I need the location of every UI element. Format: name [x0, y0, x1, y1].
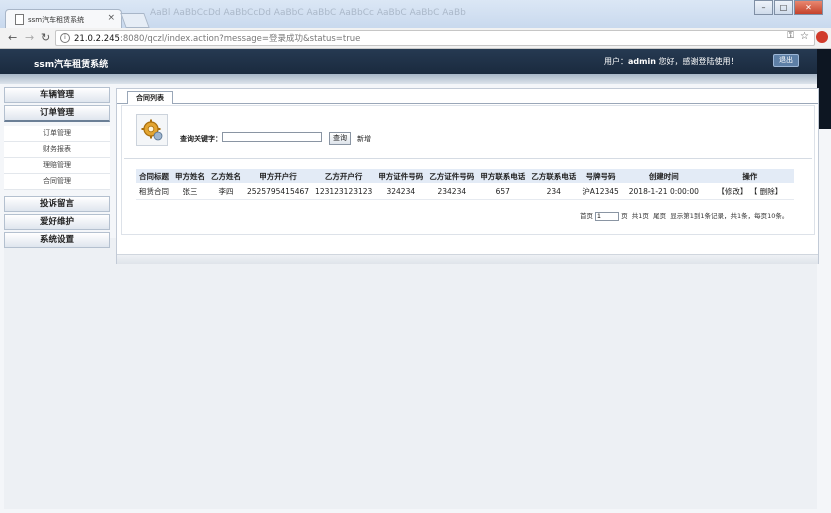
bookmark-star-icon[interactable]: ☆ — [800, 31, 809, 42]
search-button[interactable]: 查询 — [329, 132, 351, 145]
page-suffix: 页 — [621, 212, 628, 220]
back-arrow-icon[interactable]: ← — [8, 31, 17, 44]
last-page-link[interactable]: 尾页 — [653, 212, 666, 220]
info-icon[interactable]: i — [60, 33, 70, 43]
table-cell: 234234 — [426, 183, 478, 200]
url-field[interactable]: i 21.0.2.245:8080/qczl/index.action?mess… — [55, 30, 815, 46]
logout-button[interactable]: 退出 — [773, 54, 799, 67]
window-close-icon[interactable]: ✕ — [794, 0, 823, 15]
window-controls: – □ ✕ — [753, 0, 823, 15]
column-header: 甲方姓名 — [172, 169, 208, 183]
column-header: 乙方联系电话 — [528, 169, 580, 183]
sidebar-menu-hobbies[interactable]: 爱好维护 — [4, 214, 110, 230]
table-cell: 李四 — [208, 183, 244, 200]
column-header: 操作 — [705, 169, 794, 183]
first-page-link[interactable]: 首页 — [580, 212, 593, 220]
welcome-text: 用户：admin 您好，感谢登陆使用！ — [604, 57, 739, 66]
app-title: ssm汽车租赁系统 — [34, 60, 109, 70]
table-cell: 沪A12345 — [579, 183, 622, 200]
sidebar-menu-vehicles[interactable]: 车辆管理 — [4, 87, 110, 103]
gear-icon — [136, 114, 168, 146]
content-background — [116, 238, 817, 509]
reload-icon[interactable]: ↻ — [41, 31, 50, 44]
table-cell: 234 — [528, 183, 580, 200]
column-header: 创建时间 — [621, 169, 706, 183]
divider — [124, 158, 812, 159]
address-bar: ← → ↻ i 21.0.2.245:8080/qczl/index.actio… — [0, 28, 831, 49]
table-row: 租赁合同 张三 李四 2525795415467 123123123123 32… — [136, 183, 794, 200]
key-icon[interactable]: ⚿ — [787, 31, 794, 41]
sidebar-item-contracts[interactable]: 合同管理 — [4, 174, 110, 190]
sidebar-menu-complaints[interactable]: 投诉留言 — [4, 196, 110, 212]
table-cell: 租赁合同 — [136, 183, 172, 200]
table-cell: 2525795415467 — [244, 183, 313, 200]
column-header: 乙方证件号码 — [426, 169, 478, 183]
minimize-icon[interactable]: – — [754, 0, 773, 15]
overlay-window-edge — [817, 49, 831, 129]
table-header-row: 合同标题 甲方姓名 乙方姓名 甲方开户行 乙方开户行 甲方证件号码 乙方证件号码… — [136, 169, 794, 183]
header-shadow — [0, 74, 831, 84]
tab-contract-list[interactable]: 合同列表 — [127, 91, 173, 104]
background-window-ribbon: AaBl AaBbCcDd AaBbCcDd AaBbC AaBbC AaBbC… — [150, 8, 466, 18]
column-header: 合同标题 — [136, 169, 172, 183]
contract-table: 合同标题 甲方姓名 乙方姓名 甲方开户行 乙方开户行 甲方证件号码 乙方证件号码… — [136, 169, 794, 200]
page-background — [4, 238, 817, 509]
sidebar-submenu-orders: 订单管理 财务报表 理赔管理 合同管理 — [4, 126, 110, 190]
new-tab-button[interactable] — [120, 13, 150, 28]
table-cell: 123123123123 — [312, 183, 376, 200]
edit-link[interactable]: 【修改】 — [717, 187, 747, 196]
url-text: 21.0.2.245:8080/qczl/index.action?messag… — [74, 34, 361, 44]
table-cell: 张三 — [172, 183, 208, 200]
tab-title: ssm汽车租赁系统 — [28, 16, 85, 24]
table-cell: 2018-1-21 0:00:00 — [621, 183, 706, 200]
table-cell: 657 — [477, 183, 529, 200]
forward-arrow-icon[interactable]: → — [25, 31, 34, 44]
column-header: 乙方姓名 — [208, 169, 244, 183]
panel-footer — [117, 254, 818, 264]
app-header: ssm汽车租赁系统 用户：admin 您好，感谢登陆使用！ 退出 — [0, 49, 831, 74]
panel-tabbar: 合同列表 — [117, 89, 818, 104]
search-label: 查询关键字： — [180, 135, 222, 143]
search-input[interactable] — [222, 132, 322, 142]
sidebar: 车辆管理 订单管理 订单管理 财务报表 理赔管理 合同管理 投诉留言 爱好维护 … — [4, 87, 110, 250]
browser-titlebar: ssm汽车租赁系统 × AaBl AaBbCcDd AaBbCcDd AaBbC… — [0, 0, 831, 29]
browser-tab[interactable]: ssm汽车租赁系统 × — [5, 9, 122, 29]
column-header: 甲方开户行 — [244, 169, 313, 183]
total-pages: 共1页 — [631, 212, 649, 220]
sidebar-menu-orders[interactable]: 订单管理 — [4, 105, 110, 122]
tab-close-icon[interactable]: × — [107, 13, 115, 23]
main-panel: 合同列表 查询关键字： 查询 新增 合同标题 甲方姓名 乙方姓名 甲方开户行 乙… — [116, 88, 819, 264]
sidebar-item-order-management[interactable]: 订单管理 — [4, 126, 110, 142]
pagination: 首页 页 共1页 尾页 显示第1到1条记录，共1条，每页10条。 — [580, 210, 788, 221]
extension-icon[interactable] — [816, 31, 828, 43]
page-icon — [15, 14, 24, 25]
column-header: 甲方联系电话 — [477, 169, 529, 183]
column-header: 乙方开户行 — [312, 169, 376, 183]
sidebar-item-claims[interactable]: 理赔管理 — [4, 158, 110, 174]
table-cell: 324234 — [375, 183, 427, 200]
column-header: 号牌号码 — [579, 169, 622, 183]
content-area: 查询关键字： 查询 新增 合同标题 甲方姓名 乙方姓名 甲方开户行 乙方开户行 … — [121, 105, 815, 235]
username: admin — [628, 57, 656, 66]
record-summary: 显示第1到1条记录，共1条，每页10条。 — [670, 212, 789, 220]
sidebar-menu-settings[interactable]: 系统设置 — [4, 232, 110, 248]
add-link[interactable]: 新增 — [357, 134, 371, 144]
page-number-input[interactable] — [595, 211, 620, 221]
maximize-icon[interactable]: □ — [774, 0, 793, 15]
sidebar-item-financial-report[interactable]: 财务报表 — [4, 142, 110, 158]
column-header: 甲方证件号码 — [375, 169, 427, 183]
actions-cell: 【修改】 【 删除】 — [705, 183, 794, 200]
delete-link[interactable]: 【 删除】 — [750, 187, 782, 196]
